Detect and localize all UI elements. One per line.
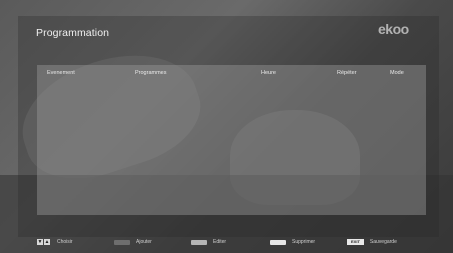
column-header-repeat: Répéter <box>337 70 357 76</box>
schedule-table: Evenement Programmes Heure Répéter Mode <box>37 65 426 215</box>
footer-edit-label: Editer <box>213 239 227 245</box>
arrow-up-icon: ▲ <box>44 239 50 245</box>
footer-choose-label: Choisir <box>57 239 73 245</box>
exit-key-icon: EXIT <box>347 239 364 245</box>
footer-save-label: Sauvegarde <box>369 239 397 245</box>
footer-add[interactable]: Ajouter <box>114 236 152 248</box>
brand-logo-text: ekoo <box>378 21 409 37</box>
column-header-time: Heure <box>261 70 276 76</box>
column-header-mode: Mode <box>390 70 404 76</box>
page-title: Programmation <box>36 27 110 39</box>
delete-key-icon <box>270 239 286 245</box>
footer-edit[interactable]: Editer <box>191 236 226 248</box>
edit-key-icon <box>191 239 207 245</box>
column-header-programs: Programmes <box>135 70 167 76</box>
footer-add-label: Ajouter <box>136 239 152 245</box>
add-key-icon <box>114 239 130 245</box>
brand-logo: ekoo <box>378 20 409 38</box>
column-header-event: Evenement <box>47 70 75 76</box>
footer-choose[interactable]: ▼ ▲ Choisir <box>37 236 73 248</box>
footer-save[interactable]: EXIT Sauvegarde <box>347 236 397 248</box>
footer-delete[interactable]: Supprimer <box>270 236 315 248</box>
footer-key-legend: ▼ ▲ Choisir Ajouter Editer Supprimer EXI… <box>0 236 453 248</box>
table-header: Evenement Programmes Heure Répéter Mode <box>37 70 426 80</box>
footer-delete-label: Supprimer <box>292 239 316 245</box>
arrow-down-icon: ▼ <box>37 239 43 245</box>
up-down-keys-icon: ▼ ▲ <box>37 239 51 245</box>
